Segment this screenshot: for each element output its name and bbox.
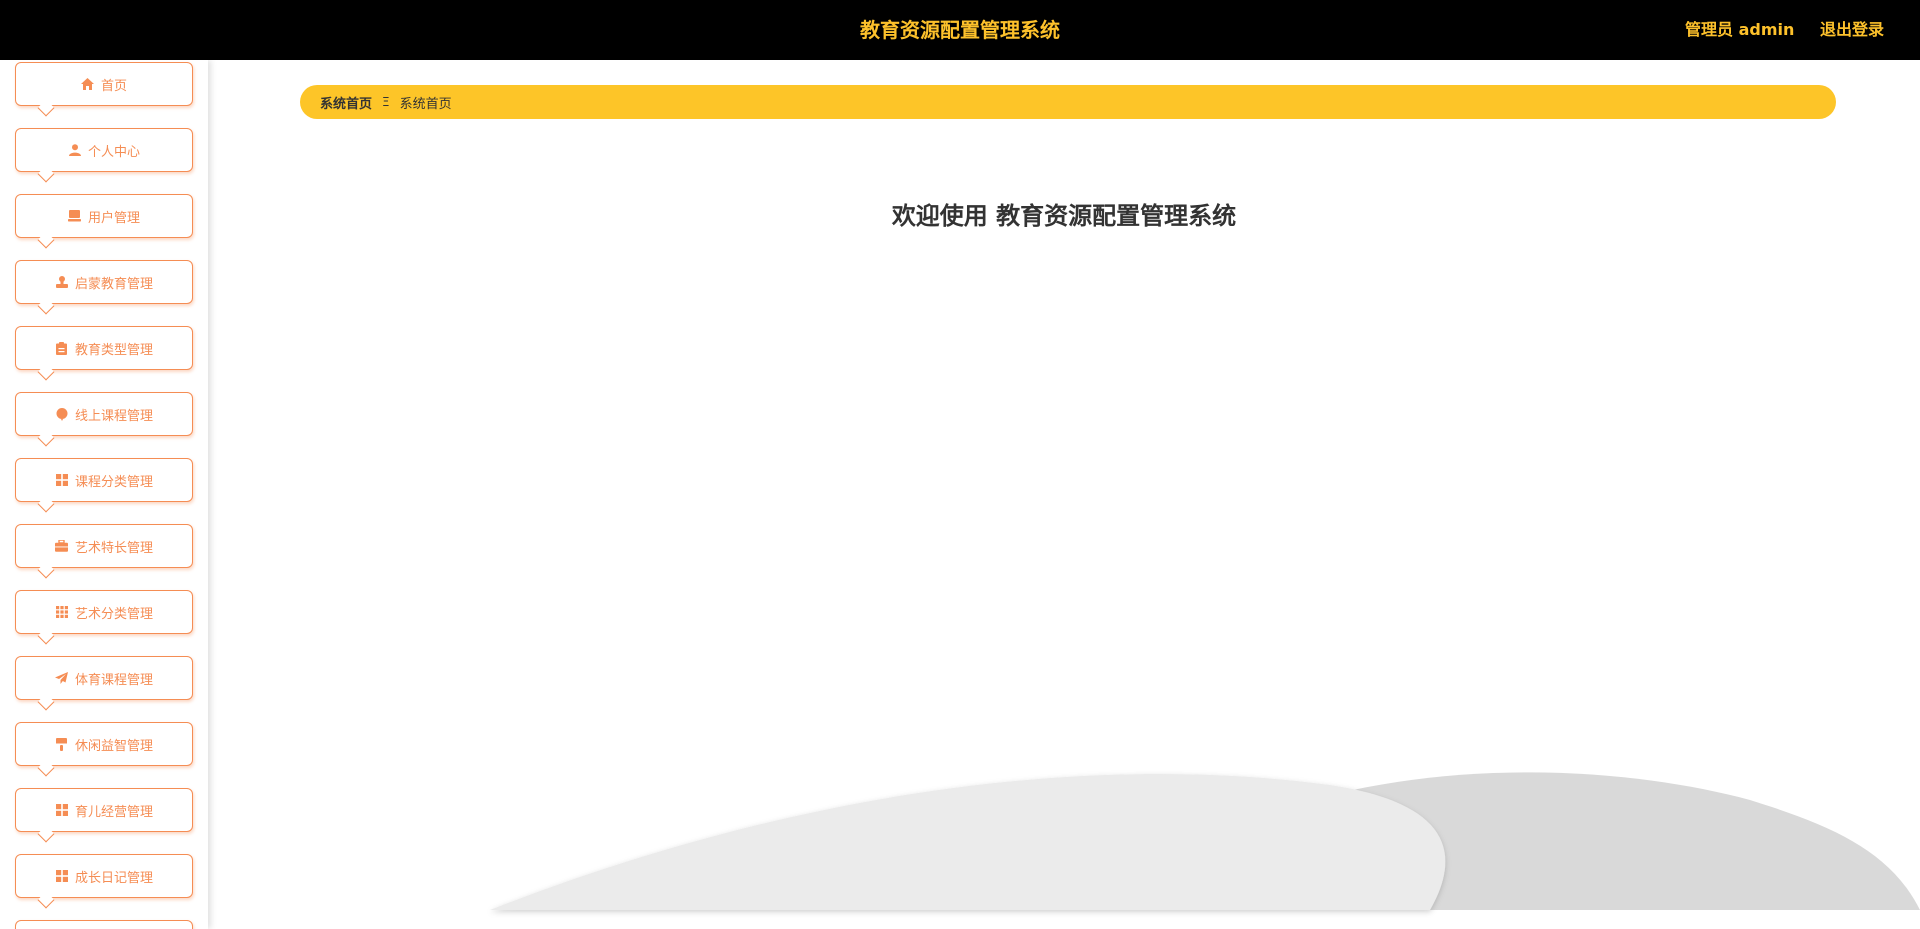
logout-button[interactable]: 退出登录	[1820, 0, 1884, 60]
bubble-tail	[37, 759, 55, 777]
bubble-tail	[37, 165, 55, 183]
sidebar-item-label: 个人中心	[87, 144, 140, 160]
sidebar-item-home[interactable]: 首页	[15, 62, 193, 117]
bubble-tail	[37, 429, 55, 447]
sidebar-item-course-category[interactable]: 课程分类管理	[15, 458, 193, 513]
sidebar-item-personal-center[interactable]: 个人中心	[15, 128, 193, 183]
bubble-tail	[37, 627, 55, 645]
bubble-tail	[37, 495, 55, 513]
bubble-tail	[37, 891, 55, 909]
sidebar-item-label: 艺术分类管理	[74, 606, 153, 622]
sidebar-item-label: 体育课程管理	[74, 672, 153, 688]
breadcrumb: 系统首页 Ξ 系统首页	[300, 85, 1836, 119]
grid-icon	[55, 869, 69, 883]
paper-plane-icon	[55, 671, 69, 685]
sidebar-item-label: 启蒙教育管理	[74, 276, 153, 292]
sidebar-item-art-category[interactable]: 艺术分类管理	[15, 590, 193, 645]
sidebar-item-online-course[interactable]: 线上课程管理	[15, 392, 193, 447]
home-icon	[81, 77, 95, 91]
welcome-heading: 欢迎使用 教育资源配置管理系统	[891, 202, 1237, 230]
clipboard-icon	[55, 341, 69, 355]
breadcrumb-current: 系统首页	[399, 96, 452, 112]
balloon-icon	[55, 407, 69, 421]
grid-dots-icon	[55, 605, 69, 619]
sidebar-item-art-specialty[interactable]: 艺术特长管理	[15, 524, 193, 579]
sidebar-item-growth-diary[interactable]: 成长日记管理	[15, 854, 193, 909]
sidebar-item-education-type[interactable]: 教育类型管理	[15, 326, 193, 381]
sidebar-item-sports-course[interactable]: 体育课程管理	[15, 656, 193, 711]
app-title: 教育资源配置管理系统	[860, 18, 1060, 42]
breadcrumb-home-link[interactable]: 系统首页	[320, 93, 372, 112]
front-hill	[490, 773, 1446, 910]
bubble-tail	[37, 363, 55, 381]
sidebar-menu: 首页 个人中心 用户管理 启蒙教育管理 教育类型管理 线上课程管理 课程分类管理…	[0, 60, 208, 929]
decorative-hills	[490, 772, 1920, 910]
stamp-icon	[55, 275, 69, 289]
bubble-tail	[37, 231, 55, 249]
sidebar-item-label: 成长日记管理	[74, 870, 153, 886]
sidebar-item-enlightenment-education[interactable]: 启蒙教育管理	[15, 260, 193, 315]
grid-icon	[55, 803, 69, 817]
monitor-icon	[68, 209, 82, 223]
sidebar-item-label: 线上课程管理	[74, 408, 153, 424]
sidebar-item-partial[interactable]	[15, 920, 193, 929]
sidebar-item-label: 用户管理	[87, 210, 140, 226]
sidebar-item-parenting-business[interactable]: 育儿经营管理	[15, 788, 193, 843]
sidebar-item-label: 教育类型管理	[74, 342, 153, 358]
sidebar-item-label: 育儿经营管理	[74, 804, 153, 820]
grid-icon	[55, 473, 69, 487]
sidebar-item-label: 课程分类管理	[74, 474, 153, 490]
bubble-tail	[37, 297, 55, 315]
user-icon	[68, 143, 82, 157]
bubble-tail	[37, 561, 55, 579]
briefcase-icon	[55, 539, 69, 553]
top-header: 教育资源配置管理系统 管理员 admin 退出登录	[0, 0, 1920, 60]
current-user-label: 管理员 admin	[1685, 20, 1795, 39]
sidebar-item-leisure-puzzle[interactable]: 休闲益智管理	[15, 722, 193, 777]
breadcrumb-separator-icon: Ξ	[382, 95, 390, 109]
bubble-tail	[37, 825, 55, 843]
sidebar-item-label: 休闲益智管理	[74, 738, 153, 754]
sidebar-item-label: 艺术特长管理	[74, 540, 153, 556]
brush-icon	[55, 737, 69, 751]
bubble-tail	[37, 99, 55, 117]
sidebar-item-label: 首页	[100, 78, 127, 94]
bubble-tail	[37, 693, 55, 711]
sidebar-item-user-management[interactable]: 用户管理	[15, 194, 193, 249]
